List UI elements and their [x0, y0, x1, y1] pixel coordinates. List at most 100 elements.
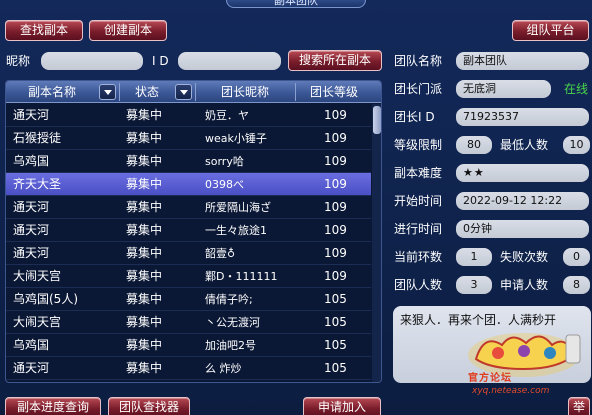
- column-header-leader-level: 团长等级: [309, 85, 358, 99]
- team-platform-button[interactable]: 组队平台: [512, 20, 589, 41]
- current-round-field: 1: [456, 248, 492, 266]
- status-cell: 募集中: [126, 223, 163, 237]
- level-limit-label: 等级限制: [394, 138, 443, 152]
- scrollbar-thumb[interactable]: [373, 106, 381, 134]
- table-row[interactable]: 石猴授徒 募集中 weak小锤子 109: [6, 127, 371, 150]
- duration-field: 0分钟: [456, 220, 589, 238]
- dungeon-name-cell: 大闹天宫: [13, 269, 62, 283]
- nickname-input[interactable]: [41, 52, 143, 70]
- leader-level-cell: 109: [324, 154, 347, 168]
- dungeon-name-cell: 通天河: [13, 246, 50, 260]
- leader-id-label: 团长I D: [394, 110, 435, 124]
- list-header: 副本名称 状态 团长昵称 团长等级: [6, 81, 381, 103]
- leader-school-field: 无底洞: [456, 80, 551, 98]
- leader-level-cell: 109: [324, 269, 347, 283]
- leader-nickname-cell: 一生々旅途1: [205, 224, 267, 237]
- table-row[interactable]: 大闹天宫 募集中 丶公无渡河 105: [6, 311, 371, 334]
- leader-nickname-cell: 韶壹♁: [205, 247, 236, 260]
- leader-level-cell: 105: [324, 292, 347, 306]
- dungeon-name-cell: 乌鸡国: [13, 154, 50, 168]
- dungeon-name-cell: 通天河: [13, 108, 50, 122]
- start-time-label: 开始时间: [394, 194, 443, 208]
- status-cell: 募集中: [126, 246, 163, 260]
- team-name-field: 副本团队: [456, 52, 589, 70]
- leader-level-cell: 109: [324, 131, 347, 145]
- table-row[interactable]: 乌鸡国(5人) 募集中 倩倩子吟; 105: [6, 288, 371, 311]
- status-cell: 募集中: [126, 200, 163, 214]
- applicants-field: 8: [563, 276, 590, 294]
- window-title: 副本团队: [226, 0, 366, 8]
- list-scrollbar[interactable]: [372, 104, 381, 382]
- applicants-label: 申请人数: [500, 278, 549, 292]
- leader-level-cell: 109: [324, 177, 347, 191]
- create-dungeon-tab[interactable]: 创建副本: [89, 20, 167, 41]
- level-limit-field: 80: [456, 136, 492, 154]
- leader-nickname-cell: 奶豆．ヤ: [205, 109, 249, 122]
- table-row[interactable]: 乌鸡国 募集中 sorry哈 109: [6, 150, 371, 173]
- difficulty-label: 副本难度: [394, 166, 443, 180]
- id-input[interactable]: [178, 52, 281, 70]
- leader-level-cell: 105: [324, 315, 347, 329]
- dungeon-name-cell: 大闹天宫: [13, 315, 62, 329]
- table-row[interactable]: 通天河 募集中 么 炸炒 105: [6, 357, 371, 380]
- leader-nickname-cell: 0398べ: [205, 178, 244, 191]
- leader-nickname-cell: 倩倩子吟;: [205, 293, 253, 306]
- duration-label: 进行时间: [394, 222, 443, 236]
- status-cell: 募集中: [126, 131, 163, 145]
- table-row[interactable]: 通天河 募集中 一生々旅途1 109: [6, 219, 371, 242]
- leader-level-cell: 105: [324, 338, 347, 352]
- min-members-label: 最低人数: [500, 138, 549, 152]
- nickname-label: 昵称: [6, 54, 31, 68]
- dungeon-team-window: 副本团队 查找副本 创建副本 组队平台 昵称 I D 搜索所在副本 副本名称 状…: [0, 0, 592, 415]
- status-cell: 募集中: [126, 338, 163, 352]
- table-row[interactable]: 大闹天宫 募集中 鄴D・111111 109: [6, 265, 371, 288]
- dungeon-name-cell: 齐天大圣: [13, 177, 62, 191]
- apply-join-button[interactable]: 申请加入: [303, 397, 381, 415]
- leader-nickname-cell: 么 炸炒: [205, 362, 242, 375]
- dungeon-list: 副本名称 状态 团长昵称 团长等级 通天河 募集中 奶豆．ヤ 109 石猴授徒 募集中 we…: [5, 80, 382, 383]
- start-time-field: 2022-09-12 12:22: [456, 192, 589, 210]
- find-dungeon-tab[interactable]: 查找副本: [5, 20, 83, 41]
- dungeon-name-cell: 通天河: [13, 200, 50, 214]
- column-header-status: 状态: [134, 85, 159, 99]
- leader-level-cell: 109: [324, 200, 347, 214]
- dungeon-filter-dropdown-icon[interactable]: [99, 84, 116, 100]
- leader-nickname-cell: 加油吧2号: [205, 339, 256, 352]
- leader-nickname-cell: weak小锤子: [205, 132, 267, 145]
- dungeon-rows: 通天河 募集中 奶豆．ヤ 109 石猴授徒 募集中 weak小锤子 109 乌鸡国 募集中 sorr…: [6, 104, 371, 380]
- status-cell: 募集中: [126, 269, 163, 283]
- status-cell: 募集中: [126, 108, 163, 122]
- leader-id-field: 71923537: [456, 108, 589, 126]
- status-cell: 募集中: [126, 154, 163, 168]
- leader-nickname-cell: sorry哈: [205, 155, 244, 168]
- search-dungeon-button[interactable]: 搜索所在副本: [288, 50, 382, 71]
- status-filter-dropdown-icon[interactable]: [175, 84, 192, 100]
- table-row[interactable]: 通天河 募集中 奶豆．ヤ 109: [6, 104, 371, 127]
- id-label: I D: [152, 54, 169, 68]
- table-row[interactable]: 齐天大圣 募集中 0398べ 109: [6, 173, 371, 196]
- team-finder-button[interactable]: 团队查找器: [108, 397, 190, 415]
- leader-school-label: 团长门派: [394, 82, 443, 96]
- fail-count-label: 失败次数: [500, 250, 549, 264]
- min-members-field: 10: [563, 136, 590, 154]
- leader-level-cell: 109: [324, 246, 347, 260]
- status-cell: 募集中: [126, 177, 163, 191]
- team-size-field: 3: [456, 276, 492, 294]
- table-row[interactable]: 通天河 募集中 所爱隔山海ざ 109: [6, 196, 371, 219]
- leader-nickname-cell: 所爱隔山海ざ: [205, 201, 271, 214]
- online-status: 在线: [564, 82, 589, 96]
- forum-site-text: xyq.netease.com: [472, 386, 550, 396]
- leader-nickname-cell: 鄴D・111111: [205, 270, 278, 283]
- report-button[interactable]: 举: [568, 397, 590, 415]
- leader-level-cell: 109: [324, 223, 347, 237]
- dungeon-name-cell: 石猴授徒: [13, 131, 62, 145]
- leader-nickname-cell: 丶公无渡河: [205, 316, 260, 329]
- table-row[interactable]: 通天河 募集中 韶壹♁ 109: [6, 242, 371, 265]
- difficulty-stars: ★★: [456, 164, 589, 182]
- leader-level-cell: 105: [324, 361, 347, 375]
- progress-query-button[interactable]: 副本进度查询: [5, 397, 101, 415]
- column-header-dungeon-name: 副本名称: [27, 85, 76, 99]
- current-round-label: 当前环数: [394, 250, 443, 264]
- dungeon-name-cell: 乌鸡国(5人): [13, 292, 78, 306]
- table-row[interactable]: 乌鸡国 募集中 加油吧2号 105: [6, 334, 371, 357]
